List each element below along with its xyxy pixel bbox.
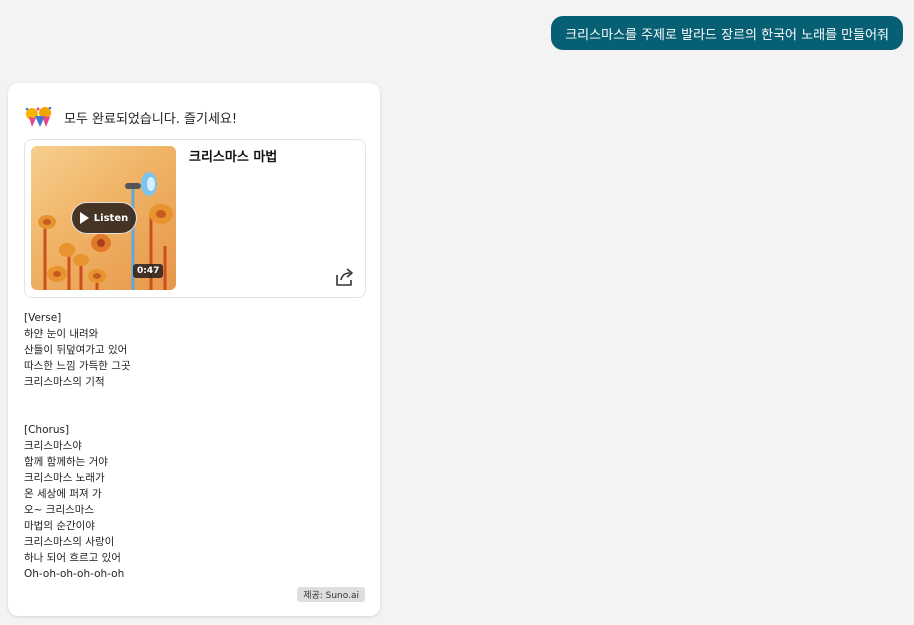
chorus-line: 하나 되어 흐르고 있어 <box>24 552 121 564</box>
chorus-line: 온 세상에 퍼져 가 <box>24 488 102 500</box>
completion-message: 모두 완료되었습니다. 즐기세요! <box>64 111 238 127</box>
chorus-line: 오~ 크리스마스 <box>24 504 95 516</box>
lyrics: [Verse] 하얀 눈이 내려와 산들이 뒤덮여가고 있어 따스한 느낌 가득… <box>24 310 131 582</box>
chorus-line: Oh-oh-oh-oh-oh-oh <box>24 568 125 580</box>
response-card: 모두 완료되었습니다. 즐기세요! Listen 0:47 크리스마스 마법 [… <box>8 83 380 616</box>
chorus-line: 크리스마스의 사랑이 <box>24 536 115 548</box>
verse-line: 따스한 느낌 가득한 그곳 <box>24 360 131 372</box>
chorus-line: 크리스마스 노래가 <box>24 472 105 484</box>
user-message-bubble: 크리스마스를 주제로 발라드 장르의 한국어 노래를 만들어줘 <box>551 16 903 50</box>
song-card[interactable]: Listen 0:47 크리스마스 마법 <box>24 139 366 298</box>
chorus-line: 크리스마스야 <box>24 440 82 452</box>
response-header: 모두 완료되었습니다. 즐기세요! <box>24 105 237 129</box>
listen-label: Listen <box>93 212 129 224</box>
chorus-line: 함께 함께하는 거야 <box>24 456 108 468</box>
play-icon <box>79 212 89 224</box>
verse-line: 하얀 눈이 내려와 <box>24 328 99 340</box>
verse-line: 크리스마스의 기적 <box>24 376 105 388</box>
duration-badge: 0:47 <box>133 264 164 278</box>
share-icon[interactable] <box>334 266 356 288</box>
chorus-label: [Chorus] <box>24 424 70 436</box>
verse-line: 산들이 뒤덮여가고 있어 <box>24 344 128 356</box>
chorus-line: 마법의 순간이야 <box>24 520 95 532</box>
party-popper-icon <box>25 106 52 127</box>
user-message-text: 크리스마스를 주제로 발라드 장르의 한국어 노래를 만들어줘 <box>565 27 889 43</box>
song-thumbnail[interactable]: Listen 0:47 <box>31 146 176 290</box>
listen-button[interactable]: Listen <box>71 202 137 234</box>
song-title: 크리스마스 마법 <box>189 150 278 165</box>
verse-label: [Verse] <box>24 312 62 324</box>
stanza-gap <box>24 390 131 422</box>
source-badge[interactable]: 제공: Suno.ai <box>297 587 365 602</box>
